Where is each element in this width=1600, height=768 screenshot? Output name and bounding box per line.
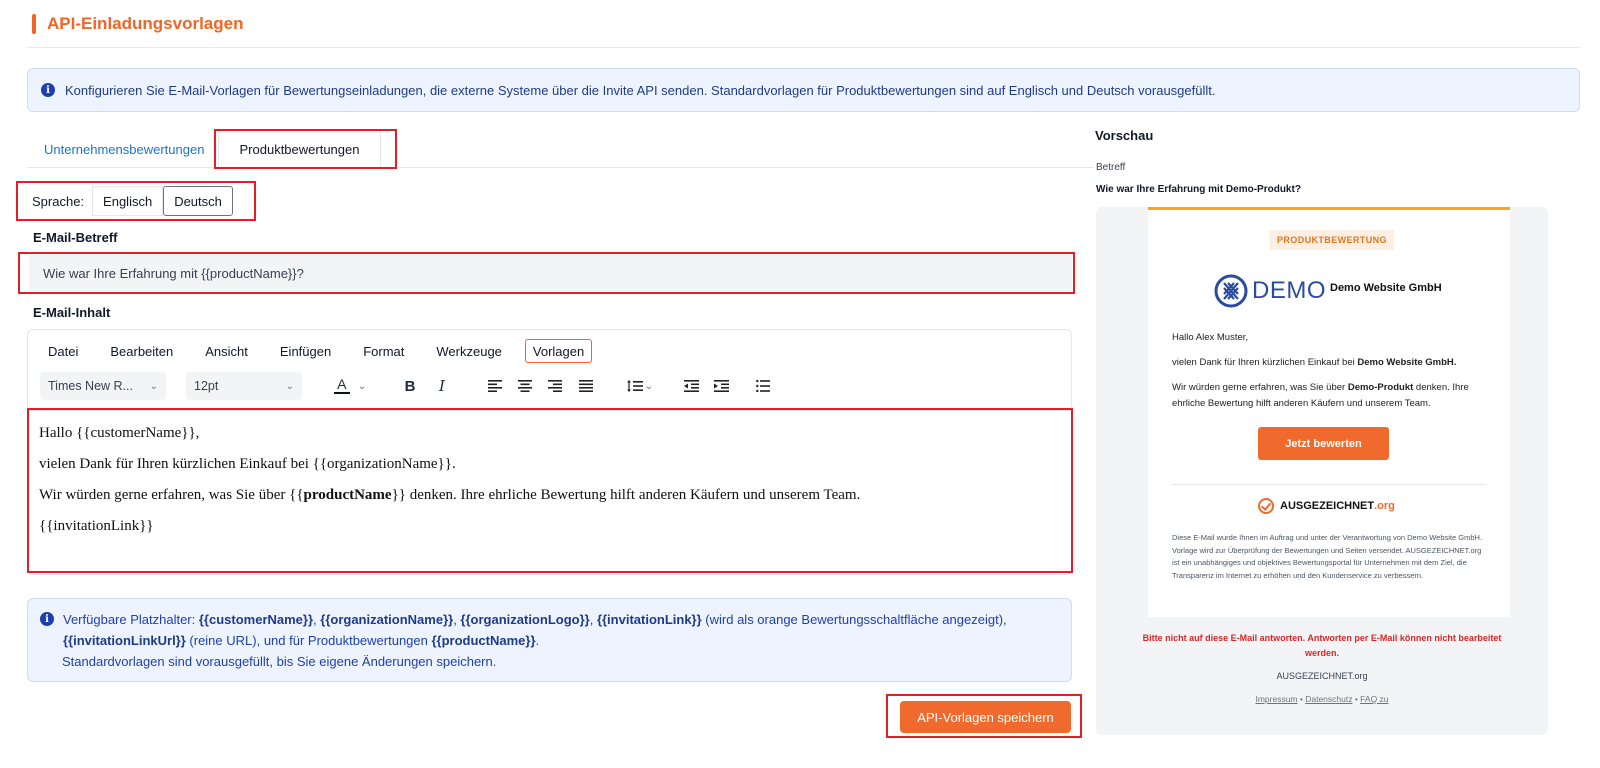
align-right-icon <box>548 380 562 392</box>
preview-cta-button[interactable]: Jetzt bewerten <box>1258 427 1389 460</box>
menu-ansicht[interactable]: Ansicht <box>198 339 255 363</box>
editor-line-greeting: Hallo {{customerName}}, <box>39 425 200 441</box>
font-size-value: 12pt <box>194 379 219 393</box>
footer-link-faq[interactable]: FAQ zu <box>1360 694 1388 704</box>
page-title-text: API-Einladungsvorlagen <box>47 14 244 33</box>
language-label: Sprache: <box>32 193 85 209</box>
menu-format[interactable]: Format <box>356 339 411 363</box>
placeholder-list: i Verfügbare Platzhalter: {{customerName… <box>40 609 1059 630</box>
editor-line-ask: Wir würden gerne erfahren, was Sie über … <box>39 487 861 503</box>
bullet-list-icon <box>756 380 770 392</box>
placeholder-info: i Verfügbare Platzhalter: {{customerName… <box>27 598 1072 682</box>
logo-text: DEMO <box>1252 277 1326 304</box>
menu-vorlagen[interactable]: Vorlagen <box>524 339 593 363</box>
language-option-deutsch[interactable]: Deutsch <box>163 186 233 216</box>
indent-icon <box>713 380 729 392</box>
text-color-button[interactable]: A ⌄ <box>328 372 372 400</box>
outdent-icon <box>683 380 699 392</box>
preview-greeting: Hallo Alex Muster, <box>1172 332 1249 343</box>
title-accent-bar <box>32 14 36 34</box>
info-icon: i <box>40 612 54 626</box>
page-title: API-Einladungsvorlagen <box>32 14 243 34</box>
preview-thanks: vielen Dank für Ihren kürzlichen Einkauf… <box>1172 357 1457 368</box>
italic-icon: I <box>439 377 445 395</box>
align-center-icon <box>518 380 532 392</box>
font-family-value: Times New R... <box>48 379 133 393</box>
align-justify-button[interactable] <box>575 372 597 400</box>
preview-badge: PRODUKTBEWERTUNG <box>1270 230 1394 250</box>
preview-body: Hallo Alex Muster, vielen Dank für Ihren… <box>1172 330 1490 421</box>
line-height-icon <box>626 380 643 392</box>
preview-title: Vorschau <box>1095 128 1154 143</box>
preview-divider <box>1172 484 1486 485</box>
preview-footer-links: Impressum • Datenschutz • FAQ zu <box>1255 694 1389 704</box>
preview-company: Demo Website GmbH <box>1330 282 1442 294</box>
preview-subject: Wie war Ihre Erfahrung mit Demo-Produkt? <box>1096 184 1301 195</box>
email-preview-card: PRODUKTBEWERTUNG DEMO Demo Website GmbH … <box>1148 207 1510 617</box>
menu-bearbeiten[interactable]: Bearbeiten <box>103 339 180 363</box>
info-banner-text: Konfigurieren Sie E-Mail-Vorlagen für Be… <box>65 82 1216 98</box>
preview-brand: AUSGEZEICHNET .org <box>1258 498 1395 514</box>
chevron-down-icon: ⌄ <box>149 380 158 392</box>
preview-ask: Wir würden gerne erfahren, was Sie über … <box>1172 382 1469 409</box>
language-selector: Sprache: Englisch Deutsch <box>32 186 233 216</box>
placeholder-list-continued: {{invitationLinkUrl}} (reine URL), und f… <box>63 633 540 648</box>
subject-label: E-Mail-Betreff <box>33 230 118 245</box>
outdent-button[interactable] <box>680 372 702 400</box>
menu-datei[interactable]: Datei <box>41 339 85 363</box>
bold-button[interactable]: B <box>398 372 422 400</box>
info-banner: i Konfigurieren Sie E-Mail-Vorlagen für … <box>27 68 1580 112</box>
align-right-button[interactable] <box>544 372 566 400</box>
text-color-icon: A <box>333 377 350 394</box>
content-label: E-Mail-Inhalt <box>33 305 111 320</box>
chevron-down-icon: ⌄ <box>357 380 367 392</box>
tab-produktbewertungen[interactable]: Produktbewertungen <box>218 130 381 168</box>
bold-icon: B <box>404 377 416 395</box>
editor-toolbar: Times New R... ⌄ 12pt ⌄ A ⌄ B I ⌄ <box>28 372 1071 400</box>
demo-logo-icon <box>1214 274 1248 308</box>
title-divider <box>27 47 1580 48</box>
align-left-icon <box>488 380 502 392</box>
language-option-englisch[interactable]: Englisch <box>92 186 164 216</box>
placeholder-note: Standardvorlagen sind vorausgefüllt, bis… <box>62 654 497 669</box>
review-type-tabs: Unternehmensbewertungen Produktbewertung… <box>27 130 1094 168</box>
bullet-list-button[interactable] <box>752 372 774 400</box>
indent-button[interactable] <box>710 372 732 400</box>
align-justify-icon <box>579 380 593 392</box>
info-icon: i <box>41 83 55 97</box>
menu-einfuegen[interactable]: Einfügen <box>273 339 338 363</box>
company-logo: DEMO <box>1214 274 1326 308</box>
line-height-button[interactable]: ⌄ <box>622 372 658 400</box>
email-preview: PRODUKTBEWERTUNG DEMO Demo Website GmbH … <box>1096 207 1548 735</box>
footer-link-impressum[interactable]: Impressum <box>1255 694 1297 704</box>
chevron-down-icon: ⌄ <box>644 380 654 392</box>
menu-werkzeuge[interactable]: Werkzeuge <box>429 339 509 363</box>
preview-disclaimer: Diese E-Mail wurde Ihnen im Auftrag und … <box>1172 533 1483 580</box>
italic-button[interactable]: I <box>430 372 454 400</box>
preview-warning: Bitte nicht auf diese E-Mail antworten. … <box>1142 633 1502 658</box>
tab-unternehmensbewertungen[interactable]: Unternehmensbewertungen <box>44 130 204 168</box>
subject-input[interactable] <box>29 255 1072 291</box>
editor-menubar: Datei Bearbeiten Ansicht Einfügen Format… <box>28 338 610 364</box>
font-size-select[interactable]: 12pt ⌄ <box>186 372 302 400</box>
font-family-select[interactable]: Times New R... ⌄ <box>40 372 166 400</box>
align-center-button[interactable] <box>514 372 536 400</box>
preview-subject-label: Betreff <box>1096 162 1126 173</box>
save-templates-button[interactable]: API-Vorlagen speichern <box>900 701 1071 733</box>
check-badge-icon <box>1258 498 1274 514</box>
align-left-button[interactable] <box>484 372 506 400</box>
chevron-down-icon: ⌄ <box>285 380 294 392</box>
editor-content[interactable]: Hallo {{customerName}}, vielen Dank für … <box>28 410 1071 574</box>
rich-text-editor: Datei Bearbeiten Ansicht Einfügen Format… <box>27 329 1072 575</box>
editor-line-link: {{invitationLink}} <box>39 518 154 534</box>
preview-footer-brand: AUSGEZEICHNET.org <box>1276 671 1368 681</box>
editor-line-thanks: vielen Dank für Ihren kürzlichen Einkauf… <box>39 456 456 472</box>
footer-link-datenschutz[interactable]: Datenschutz <box>1305 694 1352 704</box>
